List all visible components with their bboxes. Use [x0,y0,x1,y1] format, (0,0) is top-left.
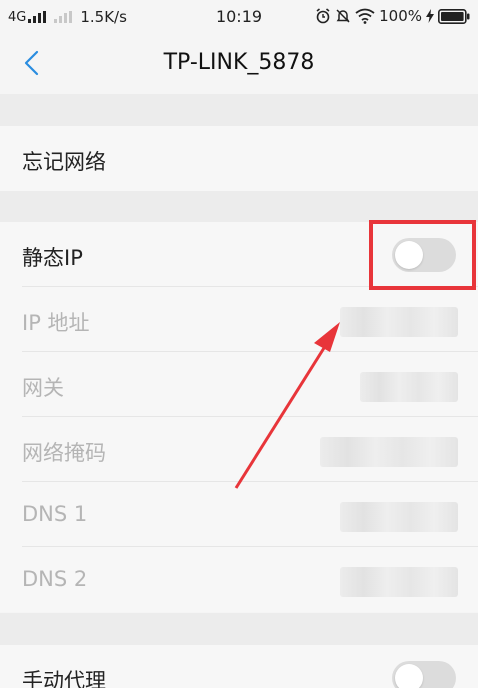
arrow-annotation-icon [234,322,340,489]
wifi-settings-screen: 4G 1.5K/s 10:19 100% TP-LINK_5878 忘记网络 静… [0,0,478,688]
